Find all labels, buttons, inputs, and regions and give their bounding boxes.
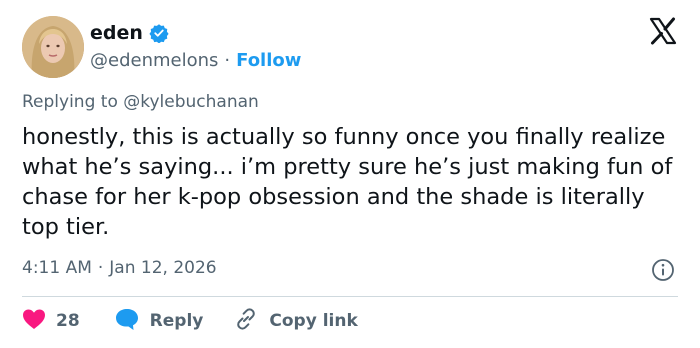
reply-button[interactable]: Reply	[114, 307, 204, 336]
handle-separator: ·	[224, 49, 231, 71]
x-logo-icon[interactable]	[648, 16, 678, 46]
verified-badge-icon	[149, 23, 169, 44]
heart-icon	[22, 308, 46, 335]
author-handle[interactable]: @edenmelons	[90, 50, 218, 71]
timestamp-row[interactable]: 4:11 AM · Jan 12, 2026	[22, 258, 217, 278]
reply-label: Reply	[149, 311, 204, 331]
reply-context[interactable]: Replying to @kylebuchanan	[22, 92, 259, 112]
copy-link-label: Copy link	[269, 311, 358, 331]
display-name[interactable]: eden	[90, 22, 143, 44]
action-bar: 28 Reply Copy link	[22, 306, 358, 336]
avatar[interactable]	[22, 16, 84, 78]
tweet-date[interactable]: Jan 12, 2026	[109, 258, 216, 278]
follow-button[interactable]: Follow	[236, 50, 301, 71]
link-icon	[233, 306, 259, 337]
meta-separator: ·	[97, 258, 104, 278]
tweet-time[interactable]: 4:11 AM	[22, 258, 92, 278]
info-icon[interactable]	[651, 258, 675, 282]
handle-row: @edenmelons · Follow	[90, 48, 301, 72]
like-count: 28	[56, 311, 80, 331]
tweet-text: honestly, this is actually so funny once…	[22, 124, 673, 240]
speech-bubble-icon	[114, 307, 140, 336]
tweet-card: eden @edenmelons · Follow Replying to @k…	[0, 0, 700, 348]
like-button[interactable]: 28	[22, 308, 80, 335]
copy-link-button[interactable]: Copy link	[233, 306, 358, 337]
divider	[22, 296, 678, 297]
author-name-row: eden	[90, 20, 169, 46]
